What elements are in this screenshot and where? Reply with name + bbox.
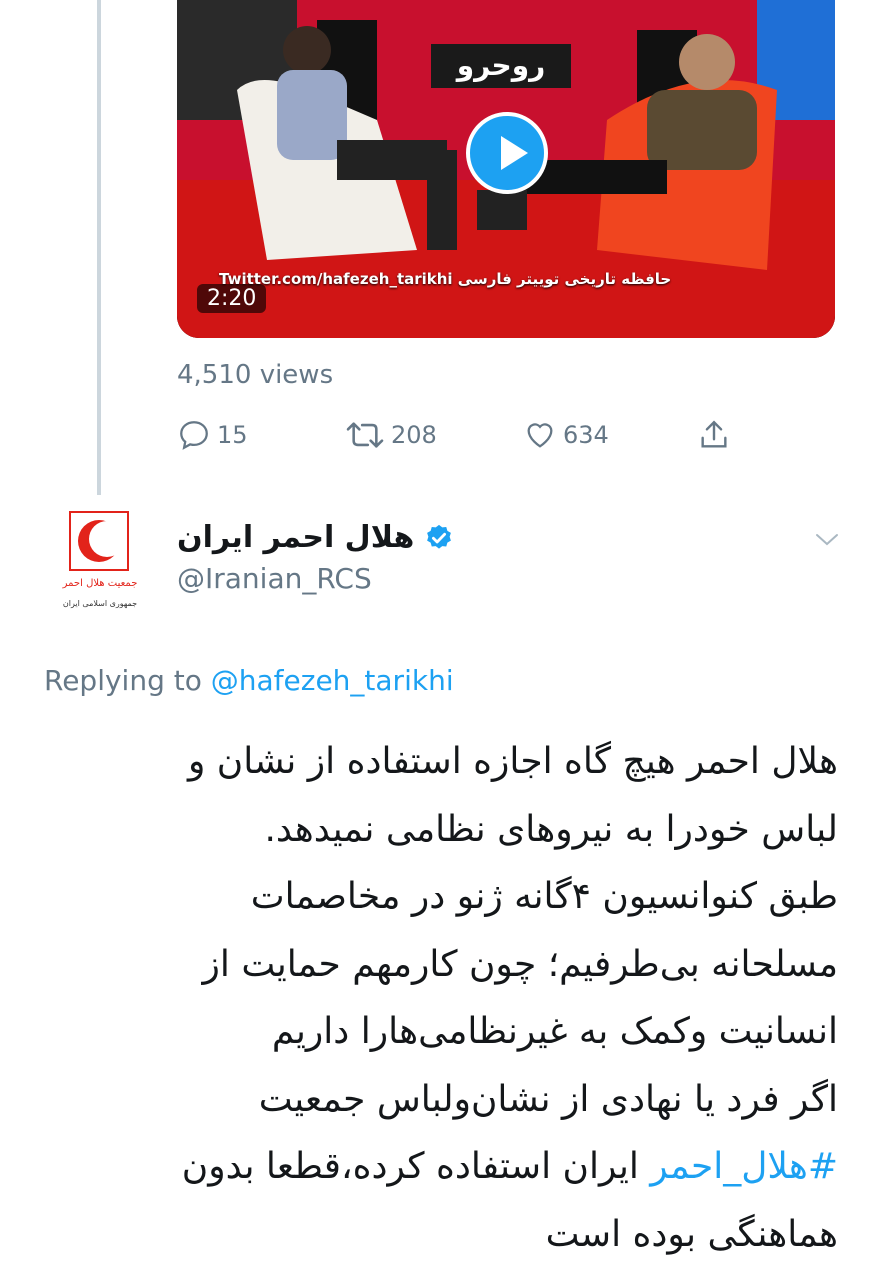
- hashtag-link[interactable]: #هلال_احمر: [650, 1146, 838, 1187]
- replying-to: Replying to @hafezeh_tarikhi: [44, 664, 454, 697]
- view-count: 4,510 views: [177, 360, 334, 390]
- author-name-row[interactable]: هلال احمر ایران: [177, 520, 454, 555]
- verified-badge-icon: [427, 524, 452, 549]
- like-count: 634: [563, 421, 609, 449]
- author-handle[interactable]: @Iranian_RCS: [177, 562, 372, 595]
- reply-count: 15: [217, 421, 248, 449]
- tweet-text-body: هلال احمر هیچ گاه اجازه استفاده از نشان …: [187, 741, 838, 1120]
- tweet-text: هلال احمر هیچ گاه اجازه استفاده از نشان …: [100, 728, 838, 1268]
- share-icon: [701, 420, 727, 448]
- avatar-text-primary: جمعیت هلال احمر: [62, 578, 138, 589]
- avatar-text-secondary: جمهوری اسلامی ایران: [63, 599, 137, 608]
- play-button[interactable]: [466, 112, 548, 194]
- video-player[interactable]: روحرو Twitter.com/hafezeh_tarikhi حافظه …: [177, 0, 835, 338]
- reply-icon: [180, 421, 208, 450]
- video-duration: 2:20: [197, 284, 267, 313]
- heart-icon: [527, 423, 553, 448]
- tweet-actions: 15 208 634: [177, 418, 837, 458]
- red-crescent-logo: جمعیت هلال احمر جمهوری اسلامی ایران: [62, 511, 138, 608]
- chevron-down-icon[interactable]: [814, 530, 840, 550]
- author-display-name[interactable]: هلال احمر ایران: [177, 520, 414, 555]
- retweet-count: 208: [391, 421, 437, 449]
- replying-to-label: Replying to: [44, 664, 211, 697]
- reply-action[interactable]: 15: [177, 418, 248, 452]
- video-watermark: Twitter.com/hafezeh_tarikhi حافظه تاریخی…: [219, 270, 672, 288]
- retweet-icon: [346, 422, 384, 448]
- studio-sign: روحرو: [431, 44, 571, 88]
- avatar[interactable]: جمعیت هلال احمر جمهوری اسلامی ایران: [60, 508, 150, 620]
- thread-connector-line: [97, 0, 101, 495]
- share-action[interactable]: [697, 418, 731, 452]
- like-action[interactable]: 634: [523, 418, 609, 452]
- retweet-action[interactable]: 208: [345, 418, 437, 452]
- reply-mention-link[interactable]: @hafezeh_tarikhi: [211, 664, 454, 697]
